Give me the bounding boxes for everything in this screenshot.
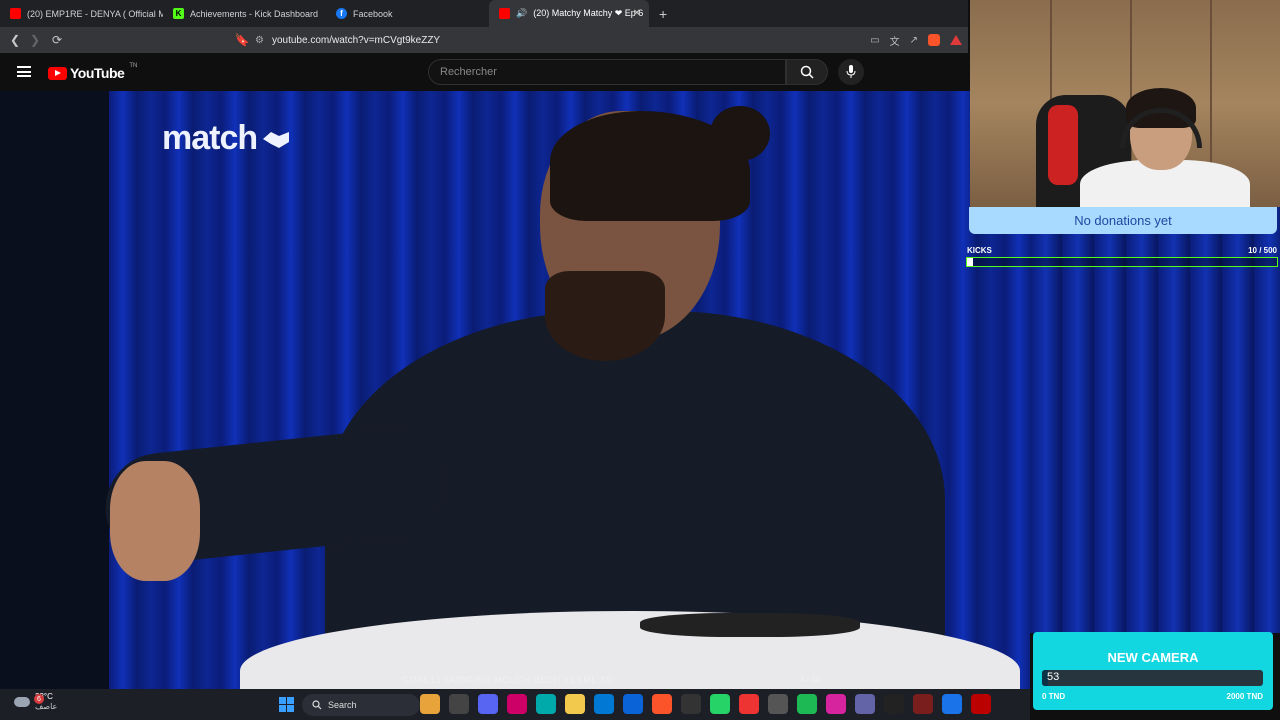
- brave-shields-icon[interactable]: [928, 34, 940, 46]
- kick-favicon-icon: K: [173, 8, 184, 19]
- close-tab-icon[interactable]: ✕: [633, 8, 641, 19]
- file-explorer-icon[interactable]: [420, 694, 440, 714]
- facebook-favicon-icon: f: [336, 8, 347, 19]
- goal-min: 0 TND: [1042, 692, 1066, 701]
- discord-icon[interactable]: [478, 694, 498, 714]
- windows-start-icon[interactable]: [279, 697, 294, 712]
- share-icon[interactable]: ↗: [910, 35, 918, 46]
- donations-banner: No donations yet: [969, 207, 1277, 234]
- taskbar-search[interactable]: Search: [302, 694, 420, 716]
- region-code: TN: [129, 63, 138, 69]
- screen: (20) EMP1RE - DENYA ( Official Music K A…: [0, 0, 1280, 720]
- handshake-icon: [263, 131, 290, 148]
- chrome-icon[interactable]: [739, 694, 759, 714]
- menu-icon[interactable]: [17, 66, 31, 77]
- bookmark-icon[interactable]: 🔖: [232, 33, 252, 47]
- tab-empire-denya[interactable]: (20) EMP1RE - DENYA ( Official Music: [0, 0, 163, 27]
- capcut-icon[interactable]: [884, 694, 904, 714]
- edge-icon[interactable]: [536, 694, 556, 714]
- camera-goal-widget: NEW CAMERA 53 0 TND 2000 TND: [1033, 632, 1273, 710]
- tab-title: Facebook: [353, 8, 393, 19]
- instagram-icon[interactable]: [826, 694, 846, 714]
- webcam-overlay: [970, 0, 1280, 207]
- goal-progress-bar: 53: [1042, 670, 1263, 686]
- search-icon: [312, 700, 322, 710]
- new-tab-button[interactable]: +: [649, 6, 677, 22]
- app-icon[interactable]: [971, 694, 991, 714]
- folder-icon[interactable]: [565, 694, 585, 714]
- kicks-progress-bar: [966, 257, 1278, 267]
- chrome-icon[interactable]: [942, 694, 962, 714]
- tab-title: (20) EMP1RE - DENYA ( Official Music: [27, 8, 163, 19]
- speaker-icon: 🔊: [516, 8, 528, 18]
- translate-icon[interactable]: 文: [890, 33, 900, 48]
- back-arrow-icon[interactable]: ❮: [5, 33, 25, 47]
- video-subtitle: GOAL LI YA3RFING MOUCH BECH YEKML XD: [402, 675, 613, 685]
- search-icon: [800, 65, 814, 79]
- search-button[interactable]: [786, 59, 828, 85]
- toolbar-icons: ▭ 文 ↗: [870, 27, 968, 53]
- site-info-icon[interactable]: ⚙: [255, 35, 264, 46]
- store-icon[interactable]: [594, 694, 614, 714]
- logo-text: YouTube: [70, 65, 125, 81]
- kicks-progress-fill: [967, 258, 974, 266]
- spotify-icon[interactable]: [797, 694, 817, 714]
- tab-title: Achievements - Kick Dashboard: [190, 8, 319, 19]
- notification-badge: 6: [34, 694, 44, 704]
- match-watermark: match: [162, 119, 291, 158]
- tab-kick-achievements[interactable]: K Achievements - Kick Dashboard: [163, 0, 326, 27]
- app-icon[interactable]: [768, 694, 788, 714]
- voice-search-button[interactable]: [838, 59, 864, 85]
- obs-icon[interactable]: [681, 694, 701, 714]
- taskbar-apps: [420, 694, 991, 714]
- brave-rewards-icon[interactable]: [950, 35, 962, 45]
- forward-arrow-icon[interactable]: ❯: [25, 33, 45, 47]
- weather-widget[interactable]: 6 23°C عاصف: [14, 692, 57, 712]
- youtube-favicon-icon: [499, 8, 510, 19]
- whatsapp-icon[interactable]: [710, 694, 730, 714]
- taskbar-search-label: Search: [328, 700, 357, 710]
- teams-icon[interactable]: [855, 694, 875, 714]
- app-icon[interactable]: [449, 694, 469, 714]
- watermark-text: match: [162, 119, 258, 157]
- goal-title: NEW CAMERA: [1107, 650, 1199, 665]
- microphone-icon: [846, 65, 856, 78]
- reload-icon[interactable]: ⟳: [47, 33, 67, 47]
- youtube-favicon-icon: [10, 8, 21, 19]
- windows-taskbar: 6 23°C عاصف Search: [0, 689, 1030, 720]
- video-player[interactable]: match GOAL LI YA3RFING MOUCH BECH YEKML …: [0, 91, 1030, 689]
- youtube-header: YouTube TN Rechercher: [0, 53, 968, 91]
- cast-icon[interactable]: ▭: [870, 35, 879, 46]
- tab-matchy-matchy[interactable]: 🔊 (20) Matchy Matchy ❤ Ep 6 ✕: [489, 0, 649, 27]
- url-text: youtube.com/watch?v=mCVgt9keZZY: [271, 34, 441, 46]
- video-timecode: 4 / 60: [800, 675, 821, 684]
- browser-toolbar: ❮ ❯ ⟳ 🔖 ⚙ youtube.com/watch?v=mCVgt9keZZ…: [0, 27, 968, 53]
- browser-tabbar: (20) EMP1RE - DENYA ( Official Music K A…: [0, 0, 968, 27]
- goal-value: 53: [1047, 671, 1060, 683]
- cloud-icon: [14, 697, 30, 707]
- brave-icon[interactable]: [652, 694, 672, 714]
- goal-max: 2000 TND: [1226, 692, 1263, 701]
- tab-title: (20) Matchy Matchy ❤ Ep 6: [533, 8, 644, 18]
- search-input[interactable]: Rechercher: [428, 59, 786, 85]
- app-icon[interactable]: [507, 694, 527, 714]
- object-on-table: [640, 613, 860, 637]
- kicks-count: 10 / 500: [1248, 246, 1277, 255]
- address-bar[interactable]: ⚙ youtube.com/watch?v=mCVgt9keZZY: [255, 30, 855, 50]
- kicks-label: KICKS: [967, 246, 992, 255]
- app-icon[interactable]: [913, 694, 933, 714]
- youtube-logo[interactable]: YouTube TN: [48, 63, 138, 81]
- tab-facebook[interactable]: f Facebook: [326, 0, 489, 27]
- outlook-icon[interactable]: [623, 694, 643, 714]
- youtube-play-icon: [48, 66, 67, 80]
